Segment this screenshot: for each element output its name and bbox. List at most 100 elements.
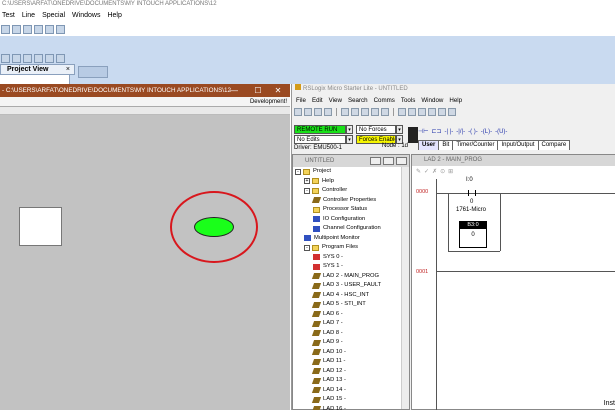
project-view-panel[interactable]: Project View × (0, 64, 75, 75)
paste-icon[interactable] (361, 107, 369, 116)
menu-view[interactable]: View (329, 97, 342, 104)
redo-icon[interactable] (45, 24, 54, 34)
tree-item[interactable]: + Help (295, 177, 409, 187)
report-icon[interactable] (428, 107, 436, 116)
menu-file[interactable]: File (296, 97, 306, 104)
tree-item[interactable]: LAD 15 - (295, 395, 409, 405)
tree-item[interactable]: LAD 6 - (295, 310, 409, 320)
ote-icon[interactable]: -( )- (468, 129, 478, 135)
tab-user[interactable]: User (418, 140, 440, 150)
align-right-icon[interactable] (23, 53, 32, 63)
menu-special[interactable]: Special (42, 12, 65, 19)
xic-icon[interactable]: -| |- (445, 129, 454, 135)
tree-item[interactable]: LAD 12 - (295, 367, 409, 377)
align-middle-icon[interactable] (45, 53, 54, 63)
menu-line[interactable]: Line (22, 12, 35, 19)
tab-compare[interactable]: Compare (537, 140, 571, 150)
print-icon[interactable] (56, 24, 65, 34)
copy-icon[interactable] (12, 24, 21, 34)
menu-edit[interactable]: Edit (312, 97, 323, 104)
collapse-icon[interactable]: - (295, 168, 301, 175)
processor-status-icon[interactable] (408, 127, 418, 143)
tree-item[interactable]: LAD 2 - MAIN_PROG (295, 272, 409, 282)
accept-icon[interactable]: ✓ (424, 168, 429, 175)
tree-item[interactable]: LAD 8 - (295, 329, 409, 339)
align-center-icon[interactable] (12, 53, 21, 63)
tree-item[interactable]: Multipoint Monitor (295, 234, 409, 244)
zoom-out-icon[interactable] (448, 107, 456, 116)
menu-tools[interactable]: Tools (401, 97, 415, 104)
maximize-button[interactable] (383, 157, 394, 165)
tab-timer-counter[interactable]: Timer/Counter (452, 140, 499, 150)
menu-help[interactable]: Help (449, 97, 462, 104)
tab-input-output[interactable]: Input/Output (497, 140, 539, 150)
menu-search[interactable]: Search (348, 97, 368, 104)
tree-item[interactable]: SYS 1 - (295, 262, 409, 272)
minimize-button[interactable] (370, 157, 381, 165)
assemble-icon[interactable]: ⊞ (448, 168, 453, 175)
align-top-icon[interactable] (34, 53, 43, 63)
align-left-icon[interactable] (1, 53, 10, 63)
tree-item[interactable]: IO Configuration (295, 215, 409, 225)
rectangle-object[interactable] (19, 207, 62, 246)
verify-icon[interactable] (398, 107, 406, 116)
close-button[interactable] (396, 157, 407, 165)
menu-help[interactable]: Help (107, 12, 121, 19)
run-mode-dropdown-icon[interactable]: ▾ (346, 125, 353, 134)
run-mode-box[interactable]: REMOTE RUN (294, 125, 346, 134)
collapse-icon[interactable]: - (304, 244, 310, 251)
otl-icon[interactable]: -(L)- (481, 129, 492, 135)
find-icon[interactable] (418, 107, 426, 116)
cut-icon[interactable] (1, 24, 10, 34)
paste-icon[interactable] (23, 24, 32, 34)
tree-item[interactable]: LAD 9 - (295, 338, 409, 348)
tree-item[interactable]: Processor Status (295, 205, 409, 215)
scrollbar[interactable] (401, 167, 409, 409)
tree-item[interactable]: Controller Properties (295, 196, 409, 206)
align-bottom-icon[interactable] (56, 53, 65, 63)
otu-icon[interactable]: -(U)- (495, 129, 507, 135)
edits-dropdown-icon[interactable]: ▾ (346, 135, 353, 144)
save-icon[interactable] (314, 107, 322, 116)
verify-all-icon[interactable] (408, 107, 416, 116)
zoom-in-icon[interactable] (438, 107, 446, 116)
xic-contact[interactable] (468, 190, 476, 196)
tree-item[interactable]: LAD 16 - (295, 405, 409, 410)
expand-icon[interactable]: + (304, 178, 310, 185)
maximize-button[interactable]: ☐ (252, 84, 264, 97)
rung-icon[interactable]: ⊣⊢ (418, 128, 428, 135)
cut-icon[interactable] (341, 107, 349, 116)
test-icon[interactable]: ⊙ (440, 168, 445, 175)
tree-item[interactable]: Channel Configuration (295, 224, 409, 234)
tree-item[interactable]: LAD 11 - (295, 357, 409, 367)
redo-icon[interactable] (381, 107, 389, 116)
close-icon[interactable]: × (66, 65, 70, 74)
tree-item[interactable]: - Program Files (295, 243, 409, 253)
branch-icon[interactable]: ⊏⊐ (431, 128, 441, 135)
tree-item[interactable]: SYS 0 - (295, 253, 409, 263)
menu-comms[interactable]: Comms (374, 97, 395, 104)
undo-icon[interactable] (371, 107, 379, 116)
print-icon[interactable] (324, 107, 332, 116)
new-icon[interactable] (294, 107, 302, 116)
tree-item[interactable]: LAD 10 - (295, 348, 409, 358)
tree-item[interactable]: LAD 5 - STI_INT (295, 300, 409, 310)
xio-icon[interactable]: -|/|- (456, 129, 465, 135)
tree-item[interactable]: LAD 7 - (295, 319, 409, 329)
tree-item[interactable]: - Project (295, 167, 409, 177)
tree-item[interactable]: LAD 13 - (295, 376, 409, 386)
green-ellipse-object[interactable] (194, 217, 234, 237)
rung-number[interactable]: 0000 (416, 189, 428, 195)
menu-windows[interactable]: Windows (72, 12, 100, 19)
forces-box[interactable]: No Forces (356, 125, 396, 134)
instruction-block[interactable]: B3:0 0 (459, 221, 487, 248)
collapse-icon[interactable]: - (304, 187, 310, 194)
cancel-icon[interactable]: ✗ (432, 168, 437, 175)
minimize-button[interactable]: — (228, 84, 240, 97)
tab-bit[interactable]: Bit (438, 140, 454, 150)
menu-test[interactable]: Test (2, 12, 15, 19)
tree-item[interactable]: LAD 4 - HSC_INT (295, 291, 409, 301)
forces-dropdown-icon[interactable]: ▾ (396, 125, 403, 134)
rung-number[interactable]: 0001 (416, 269, 428, 275)
copy-icon[interactable] (351, 107, 359, 116)
